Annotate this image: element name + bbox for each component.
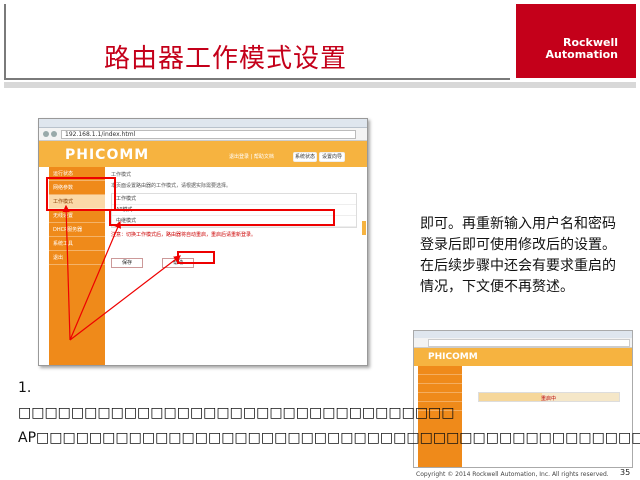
browser-address-bar xyxy=(414,338,632,348)
browser-tab-bar xyxy=(414,331,632,338)
arrow-to-save-button xyxy=(69,255,181,341)
page-number: 35 xyxy=(620,468,631,477)
arrow-to-mode-row xyxy=(69,220,121,341)
arrow-to-sidebar xyxy=(62,204,71,341)
sidebar-item xyxy=(418,366,462,375)
sidebar-item xyxy=(418,393,462,402)
router-header: PHICOMM xyxy=(414,348,632,366)
side-text: 即可。再重新输入用户名和密码登录后即可使用修改后的设置。在后续步骤中还会有要求重… xyxy=(420,216,616,295)
restart-screenshot: PHICOMM 重启中 xyxy=(413,330,633,468)
copyright: Copyright © 2014 Rockwell Automation, In… xyxy=(416,471,609,478)
sidebar-item xyxy=(418,384,462,393)
progress-fill xyxy=(479,393,542,401)
restart-progress-bar: 重启中 xyxy=(478,392,620,402)
address-field xyxy=(428,339,630,347)
caption-text: 1. □□□□□□□□□□□□□□□□□□□□□□□□□□□□□□□□□ AP□… xyxy=(18,380,640,446)
router-brand: PHICOMM xyxy=(428,352,478,362)
sidebar-item xyxy=(418,375,462,384)
progress-label: 重启中 xyxy=(541,396,557,402)
